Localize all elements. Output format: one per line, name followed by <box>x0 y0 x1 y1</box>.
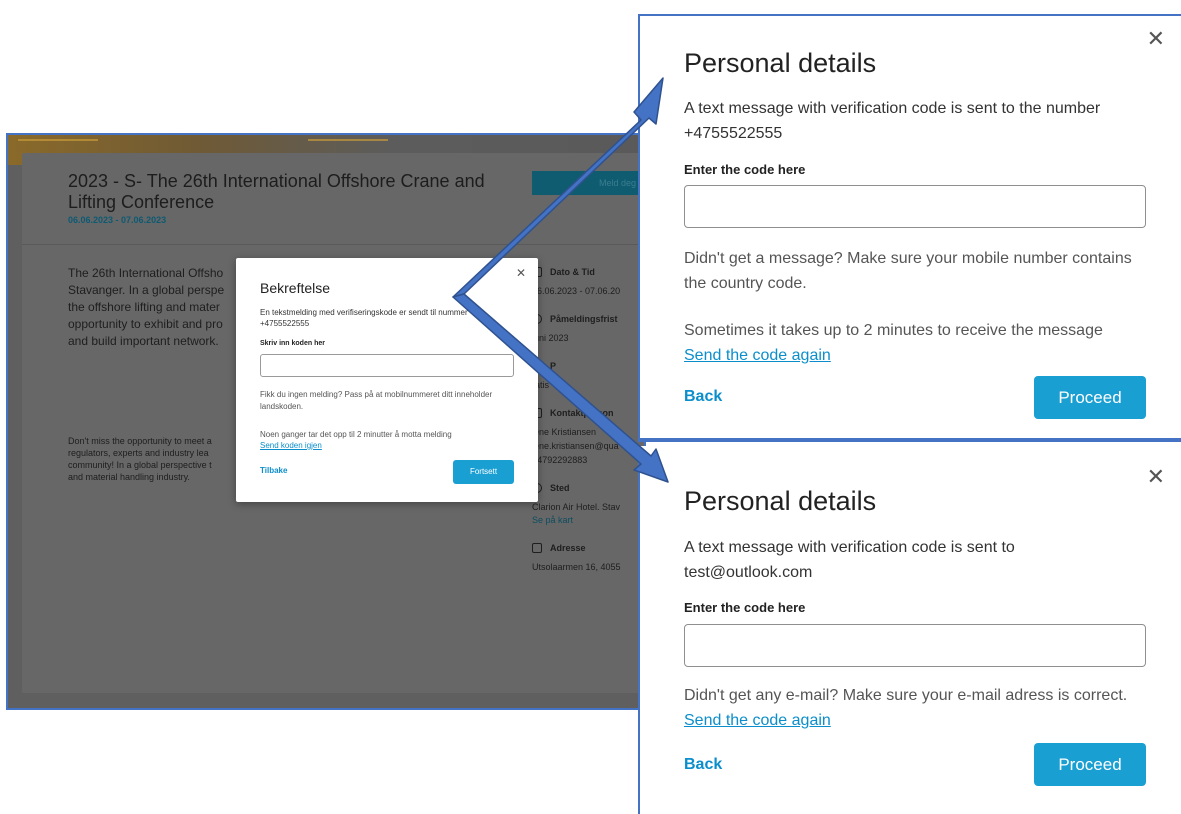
resend-code-link[interactable]: Send the code again <box>684 712 831 729</box>
confirmation-dialog-norwegian: ✕ Bekreftelse En tekstmelding med verifi… <box>236 258 538 502</box>
sidebar-label: P <box>550 361 557 371</box>
sidebar-date: Dato & Tid 06.06.2023 - 07.06.20 <box>532 265 644 298</box>
sidebar-label: Kontaktperson <box>550 408 614 418</box>
code-label: Enter the code here <box>684 600 806 615</box>
proceed-button[interactable]: Proceed <box>1034 376 1146 419</box>
dialog-title: Personal details <box>684 48 877 78</box>
sidebar-label: Adresse <box>550 543 586 553</box>
code-label: Enter the code here <box>684 162 806 177</box>
event-dates: 06.06.2023 - 07.06.2023 <box>68 215 167 225</box>
personal-details-dialog-email: ✕ Personal details A text message with v… <box>638 446 1181 814</box>
sidebar-price: P ratis <box>532 359 644 392</box>
dialog-hint: Didn't get any e-mail? Make sure your e-… <box>684 683 1154 733</box>
proceed-button[interactable]: Fortsett <box>453 460 514 484</box>
sidebar-location: Sted Clarion Air Hotel. Stav Se på kart <box>532 481 644 527</box>
sidebar-deadline: Påmeldingsfrist juni 2023 <box>532 312 644 345</box>
event-title: 2023 - S- The 26th International Offshor… <box>68 171 485 212</box>
close-icon[interactable]: ✕ <box>1147 466 1165 488</box>
annotated-composite: 2023 - S- The 26th International Offshor… <box>0 0 1181 814</box>
close-icon[interactable]: ✕ <box>516 266 526 280</box>
code-label: Skriv inn koden her <box>260 340 325 347</box>
sidebar-label: Sted <box>550 483 570 493</box>
dialog-hint: Didn't get a message? Make sure your mob… <box>684 250 1132 292</box>
sidebar-value: Utsolaarmen 16, 4055 <box>532 562 621 572</box>
sidebar-value: lene Kristiansen <box>532 427 597 437</box>
sidebar-label: Dato & Tid <box>550 267 595 277</box>
dialog-message: A text message with verification code is… <box>684 100 1101 142</box>
close-icon[interactable]: ✕ <box>1147 28 1165 50</box>
dialog-wait-text: Sometimes it takes up to 2 minutes to re… <box>684 322 1103 339</box>
event-header: 2023 - S- The 26th International Offshor… <box>22 153 644 245</box>
sidebar-contact: Kontaktperson lene Kristiansen lene.kris… <box>532 406 644 467</box>
personal-details-dialog-sms: ✕ Personal details A text message with v… <box>638 14 1181 442</box>
dialog-message: A text message with verification code is… <box>684 539 1015 581</box>
sidebar-value: juni 2023 <box>532 333 569 343</box>
sidebar-value: +4792292883 <box>532 455 588 465</box>
signup-button[interactable]: Meld deg <box>532 171 644 195</box>
code-input[interactable] <box>684 185 1146 228</box>
sidebar-value: 06.06.2023 - 07.06.20 <box>532 286 621 296</box>
proceed-button[interactable]: Proceed <box>1034 743 1146 786</box>
sidebar-label: Påmeldingsfrist <box>550 314 618 324</box>
dialog-title: Bekreftelse <box>260 280 331 296</box>
dialog-message: En tekstmelding med verifiseringskode er… <box>260 308 468 328</box>
sidebar-address: Adresse Utsolaarmen 16, 4055 <box>532 541 644 574</box>
code-input[interactable] <box>260 354 514 377</box>
code-input[interactable] <box>684 624 1146 667</box>
dialog-title: Personal details <box>684 486 877 516</box>
resend-code-link[interactable]: Send the code again <box>684 343 831 368</box>
sidebar-value: Clarion Air Hotel. Stav <box>532 502 621 512</box>
map-link[interactable]: Se på kart <box>532 514 644 527</box>
event-sidebar: Dato & Tid 06.06.2023 - 07.06.20 Påmeldi… <box>532 265 644 588</box>
back-button[interactable]: Back <box>684 388 722 406</box>
sidebar-value: ratis <box>532 380 550 390</box>
sidebar-value: lene.kristiansen@qua <box>532 441 619 451</box>
hint-text: Didn't get any e-mail? Make sure your e-… <box>684 687 1128 704</box>
back-button[interactable]: Tilbake <box>260 466 287 475</box>
dialog-hint: Fikk du ingen melding? Pass på at mobiln… <box>260 390 493 411</box>
dialog-wait-text: Noen ganger tar det opp til 2 minutter å… <box>260 430 452 439</box>
back-button[interactable]: Back <box>684 756 722 774</box>
building-icon <box>532 543 542 553</box>
resend-code-link[interactable]: Send koden igjen <box>260 441 322 450</box>
